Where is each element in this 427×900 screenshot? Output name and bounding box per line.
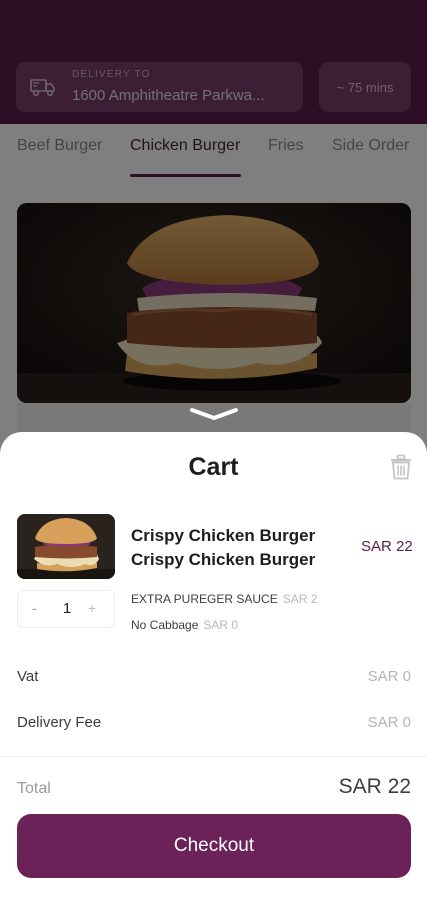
cart-sheet: Cart Crispy Chicken Burger Crispy Chicke… bbox=[0, 432, 427, 900]
cart-item-image bbox=[17, 514, 115, 579]
checkout-button[interactable]: Checkout bbox=[17, 814, 411, 878]
quantity-value: 1 bbox=[62, 600, 72, 617]
vat-value: SAR 0 bbox=[367, 668, 411, 685]
total-value: SAR 22 bbox=[338, 775, 411, 798]
delivery-fee-label: Delivery Fee bbox=[17, 714, 102, 731]
addon-name: No Cabbage bbox=[131, 618, 199, 632]
total-label: Total bbox=[17, 780, 51, 797]
divider bbox=[0, 756, 427, 757]
delivery-fee-value: SAR 0 bbox=[367, 714, 411, 731]
increase-quantity-button[interactable]: + bbox=[88, 600, 96, 616]
addon-price: SAR 2 bbox=[282, 592, 318, 606]
chevron-down-icon[interactable] bbox=[188, 404, 240, 424]
addon-price: SAR 0 bbox=[203, 618, 239, 632]
vat-label: Vat bbox=[17, 668, 39, 685]
cart-item-price: SAR 22 bbox=[361, 538, 413, 555]
quantity-stepper: - 1 + bbox=[17, 590, 115, 628]
cart-item-name: Crispy Chicken Burger Crispy Chicken Bur… bbox=[131, 526, 316, 569]
addon-item: No Cabbage SAR 0 bbox=[131, 618, 238, 632]
checkout-label: Checkout bbox=[173, 835, 255, 856]
addon-name: EXTRA PUREGER SAUCE bbox=[131, 592, 278, 606]
trash-icon[interactable] bbox=[389, 454, 413, 480]
addon-item: EXTRA PUREGER SAUCE SAR 2 bbox=[131, 592, 317, 606]
cart-title: Cart bbox=[188, 453, 239, 481]
